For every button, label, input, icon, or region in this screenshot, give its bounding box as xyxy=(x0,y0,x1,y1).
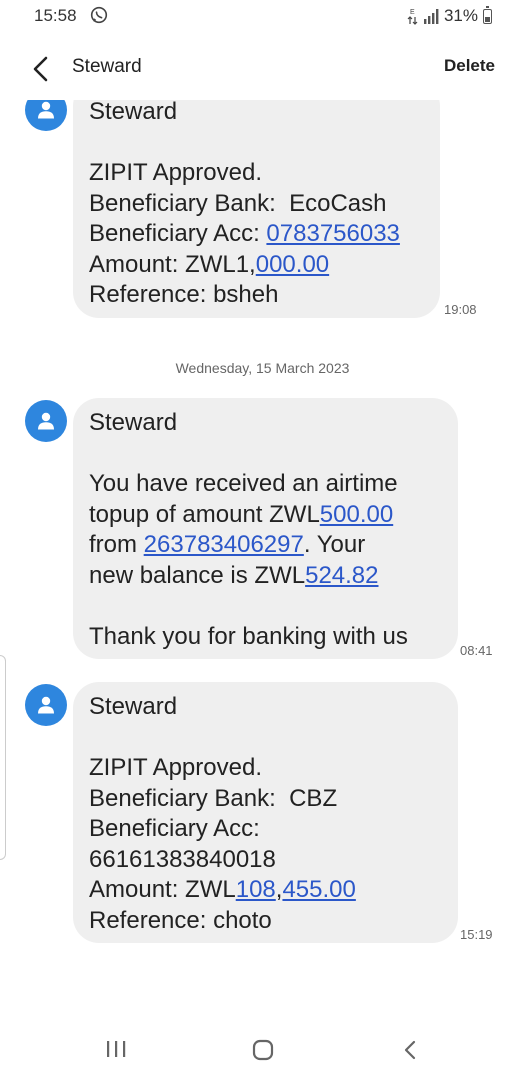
phone-link[interactable]: 263783406297 xyxy=(144,531,304,558)
message-line: Beneficiary Bank: EcoCash xyxy=(89,189,387,217)
battery-icon xyxy=(483,5,492,24)
message-line: new balance is ZWL524.82 xyxy=(89,561,442,592)
message-line: Amount: ZWL108,455.00 xyxy=(89,875,442,906)
phone-link[interactable]: 0783756033 xyxy=(266,220,399,247)
message-text: from xyxy=(89,531,144,558)
person-icon xyxy=(38,412,54,430)
message-sender: Steward xyxy=(89,693,178,720)
date-separator: Wednesday, 15 March 2023 xyxy=(175,360,350,376)
message-line: Reference: bsheh xyxy=(89,281,279,308)
avatar[interactable] xyxy=(25,684,67,726)
message-line: Beneficiary Bank: CBZ xyxy=(89,784,338,812)
conversation-title[interactable]: Steward xyxy=(72,56,142,78)
home-icon[interactable] xyxy=(251,1039,275,1061)
message-spacer xyxy=(89,439,442,470)
message-line: Beneficiary Acc: xyxy=(89,815,260,842)
signal-icon xyxy=(423,9,439,24)
edge-panel-handle[interactable] xyxy=(0,655,6,860)
status-time: 15:58 xyxy=(34,6,77,25)
message-bubble[interactable]: Steward ZIPIT Approved. Beneficiary Bank… xyxy=(73,80,440,318)
message-line: ZIPIT Approved. xyxy=(89,754,262,781)
conversation-header: Steward Delete xyxy=(0,34,525,100)
battery-percent: 31% xyxy=(443,6,478,25)
message-text: . Your xyxy=(303,531,366,558)
message-sender: Steward xyxy=(89,409,178,436)
message-text: topup of amount ZWL xyxy=(89,500,320,528)
data-icon: E xyxy=(407,9,418,25)
message-line: Thank you for banking with us xyxy=(89,622,408,650)
message-line: 66161383840018 xyxy=(89,845,276,873)
message-bubble[interactable]: Steward You have received an airtime top… xyxy=(73,398,458,659)
back-arrow-icon[interactable] xyxy=(25,52,59,86)
message-text: new balance is ZWL xyxy=(89,561,306,589)
message-line: Reference: choto xyxy=(89,906,272,934)
message-text: Amount: ZWL1, xyxy=(89,250,256,278)
message-line: Amount: ZWL1,000.00 xyxy=(89,250,424,281)
message-time: 08:41 xyxy=(460,643,493,658)
message-line: Beneficiary Acc: 0783756033 xyxy=(89,219,424,250)
message-line: topup of amount ZWL500.00 xyxy=(89,500,442,531)
message-line: from 263783406297. Your xyxy=(89,530,442,561)
amount-link[interactable]: 524.82 xyxy=(305,562,378,589)
message-spacer xyxy=(89,723,442,754)
avatar[interactable] xyxy=(25,400,67,442)
amount-link[interactable]: 000.00 xyxy=(256,251,329,278)
status-indicators: E 31% xyxy=(407,5,492,26)
back-icon[interactable] xyxy=(400,1039,422,1061)
delete-button[interactable]: Delete xyxy=(444,56,495,76)
amount-link[interactable]: 500.00 xyxy=(320,501,393,528)
whatsapp-icon xyxy=(90,6,108,24)
message-spacer xyxy=(89,591,442,622)
recent-apps-icon[interactable] xyxy=(104,1039,128,1059)
message-bubble[interactable]: Steward ZIPIT Approved. Beneficiary Bank… xyxy=(73,682,458,943)
person-icon xyxy=(38,696,54,714)
message-text: Beneficiary Acc: xyxy=(89,220,267,247)
navigation-bar xyxy=(0,1015,525,1080)
message-sender: Steward xyxy=(89,98,178,125)
amount-link[interactable]: 455.00 xyxy=(282,876,355,903)
message-line: ZIPIT Approved. xyxy=(89,159,262,186)
message-text: Amount: ZWL xyxy=(89,876,236,903)
message-line: You have received an airtime xyxy=(89,470,398,497)
status-bar: 15:58 E 31% xyxy=(0,0,525,34)
amount-link[interactable]: 108 xyxy=(236,876,276,903)
person-icon xyxy=(38,101,54,119)
message-time: 19:08 xyxy=(444,302,477,317)
message-spacer xyxy=(89,128,424,159)
svg-text:E: E xyxy=(410,9,415,16)
message-time: 15:19 xyxy=(460,927,493,942)
